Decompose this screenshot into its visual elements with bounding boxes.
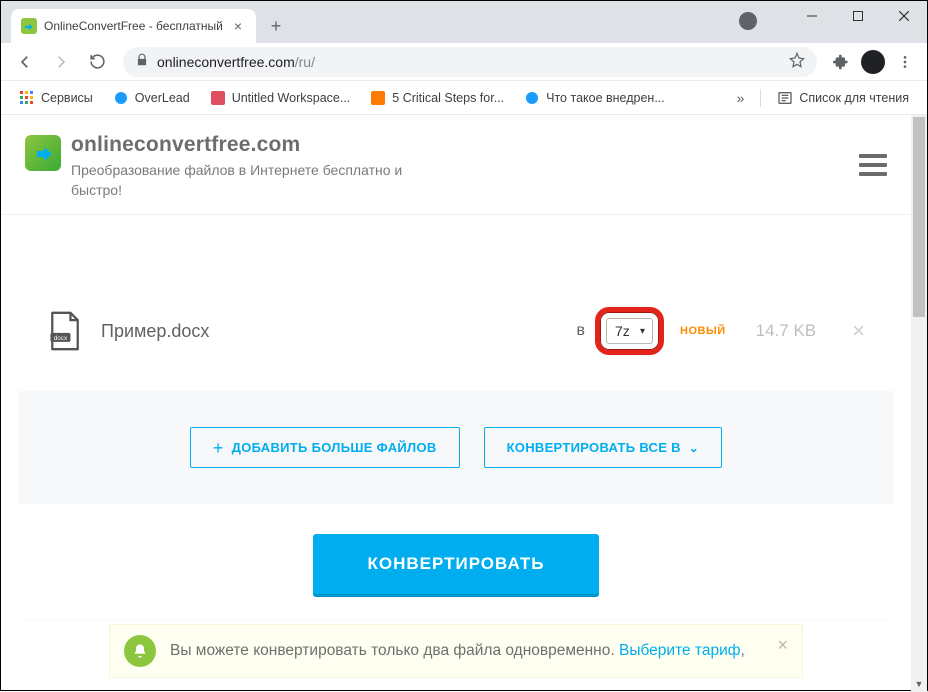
url-text: onlineconvertfree.com/ru/: [157, 54, 781, 70]
bookmarks-bar: Сервисы OverLead Untitled Workspace... 5…: [1, 81, 927, 115]
file-row: docx Пример.docx в 7z ▾ НОВЫЙ 14.7 KB ×: [19, 271, 893, 391]
scroll-thumb[interactable]: [913, 117, 925, 317]
window-maximize-button[interactable]: [835, 1, 881, 31]
lock-icon: [135, 53, 149, 70]
site-logo-icon: [25, 135, 61, 171]
apps-shortcut[interactable]: Сервисы: [11, 86, 101, 110]
tab-favicon: [21, 18, 37, 34]
bookmark-whatis[interactable]: Что такое внедрен...: [516, 86, 673, 110]
address-bar[interactable]: onlineconvertfree.com/ru/: [123, 47, 817, 77]
format-select[interactable]: 7z: [606, 318, 653, 344]
choose-plan-link[interactable]: Выберите тариф: [619, 642, 741, 659]
file-type-icon: docx: [47, 311, 83, 351]
browser-tab[interactable]: OnlineConvertFree - бесплатный ×: [11, 9, 256, 43]
add-more-files-button[interactable]: + ДОБАВИТЬ БОЛЬШЕ ФАЙЛОВ: [190, 427, 460, 468]
notice-close-button[interactable]: ×: [777, 635, 788, 656]
apps-grid-icon: [19, 90, 35, 106]
profile-avatar[interactable]: [859, 48, 887, 76]
file-size: 14.7 KB: [756, 321, 817, 341]
scroll-down-icon[interactable]: ▼: [911, 676, 927, 692]
bookmarks-overflow-button[interactable]: »: [729, 90, 753, 106]
nav-reload-button[interactable]: [81, 46, 113, 78]
bookmark-untitled[interactable]: Untitled Workspace...: [202, 86, 359, 110]
bookmark-favicon: [370, 90, 386, 106]
extensions-icon[interactable]: [827, 48, 855, 76]
bookmark-favicon: [113, 90, 129, 106]
format-select-highlight: 7z ▾: [595, 307, 664, 355]
profile-indicator-icon: [739, 12, 757, 30]
actions-row: + ДОБАВИТЬ БОЛЬШЕ ФАЙЛОВ КОНВЕРТИРОВАТЬ …: [19, 391, 893, 504]
window-minimize-button[interactable]: [789, 1, 835, 31]
tab-title: OnlineConvertFree - бесплатный: [44, 19, 223, 33]
page-viewport: ▲ ▼ onlineconvertfree.com Преобразование…: [1, 115, 927, 692]
bookmark-favicon: [524, 90, 540, 106]
to-label: в: [577, 322, 586, 340]
site-tagline: Преобразование файлов в Интернете беспла…: [71, 161, 411, 200]
file-name: Пример.docx: [101, 321, 209, 342]
bell-icon: [124, 635, 156, 667]
convert-button[interactable]: КОНВЕРТИРОВАТЬ: [313, 534, 598, 594]
menu-hamburger-button[interactable]: [859, 149, 887, 181]
reading-list-icon: [777, 90, 793, 106]
window-close-button[interactable]: [881, 1, 927, 31]
nav-back-button[interactable]: [9, 46, 41, 78]
bookmark-overlead[interactable]: OverLead: [105, 86, 198, 110]
tab-close-icon[interactable]: ×: [230, 18, 246, 34]
site-brand: onlineconvertfree.com: [71, 133, 411, 157]
bookmark-favicon: [210, 90, 226, 106]
remove-file-button[interactable]: ×: [852, 318, 865, 344]
vertical-scrollbar[interactable]: ▲ ▼: [911, 115, 927, 692]
browser-menu-button[interactable]: [891, 48, 919, 76]
apps-label: Сервисы: [41, 91, 93, 105]
new-badge: НОВЫЙ: [680, 325, 726, 337]
new-tab-button[interactable]: +: [262, 12, 290, 40]
reading-list-button[interactable]: Список для чтения: [769, 86, 917, 110]
site-header: onlineconvertfree.com Преобразование фай…: [1, 115, 911, 215]
limit-notice: Вы можете конвертировать только два файл…: [109, 624, 803, 678]
bookmark-star-icon[interactable]: [789, 52, 805, 71]
convert-all-to-button[interactable]: КОНВЕРТИРОВАТЬ ВСЕ В ⌄: [484, 427, 723, 468]
file-panel: docx Пример.docx в 7z ▾ НОВЫЙ 14.7 KB ×: [19, 271, 893, 620]
window-titlebar: OnlineConvertFree - бесплатный × +: [1, 1, 927, 43]
chevron-down-icon: ⌄: [689, 441, 699, 455]
bookmark-5critical[interactable]: 5 Critical Steps for...: [362, 86, 512, 110]
browser-toolbar: onlineconvertfree.com/ru/: [1, 43, 927, 81]
convert-row: КОНВЕРТИРОВАТЬ: [19, 504, 893, 620]
notice-text: Вы можете конвертировать только два файл…: [170, 642, 745, 660]
nav-forward-button[interactable]: [45, 46, 77, 78]
svg-text:docx: docx: [54, 335, 68, 342]
